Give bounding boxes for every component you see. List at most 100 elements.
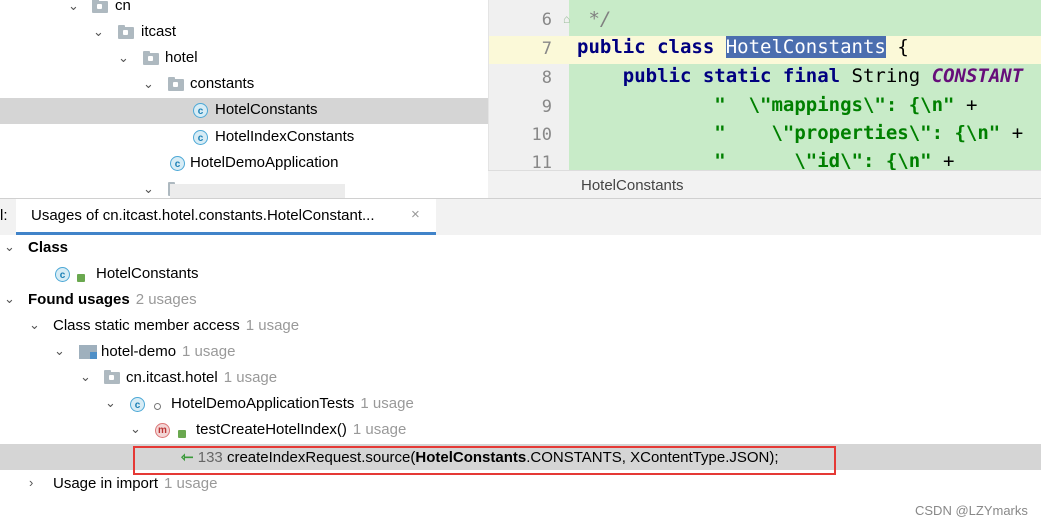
tree-item-itcast[interactable]: ⌄ itcast — [0, 20, 488, 46]
line-number: 8 — [541, 68, 552, 88]
usage-count: 1 usage — [182, 343, 236, 360]
class-group[interactable]: ⌄ Class — [0, 235, 1041, 261]
tree-item-constants[interactable]: ⌄ constants — [0, 72, 488, 98]
chevron-down-icon[interactable]: ⌄ — [93, 24, 104, 40]
usage-count: 1 usage — [164, 475, 218, 492]
usage-count: 1 usage — [223, 369, 278, 386]
code-line: " \"properties\": {\n" + — [577, 122, 1023, 144]
code-editor[interactable]: 6 ⌂ */ 7 public class HotelConstants { 8… — [488, 0, 1041, 170]
highlight-annotation-box — [133, 446, 836, 475]
test-class-icon: c — [130, 397, 145, 412]
class-icon: c — [193, 103, 208, 118]
module-folder-icon — [79, 345, 97, 359]
node-label-wrap: hotel-demo 1 usage — [101, 343, 235, 360]
usages-tree: ⌄ Class c HotelConstants ⌄ Found usages 2… — [0, 235, 1041, 526]
module-label: hotel-demo — [101, 343, 177, 360]
tree-item-hoteldemoapplication[interactable]: c HotelDemoApplication — [0, 151, 488, 177]
class-item[interactable]: c HotelConstants — [0, 261, 1041, 287]
class-label: HotelConstants — [96, 265, 199, 282]
keyword: public class — [577, 36, 726, 58]
tree-item-label: HotelDemoApplication — [190, 154, 339, 171]
class-icon: c — [193, 130, 208, 145]
method-label: testCreateHotelIndex() — [196, 421, 347, 438]
line-number: 10 — [531, 125, 552, 145]
code-line: public static final String CONSTANT — [577, 65, 1023, 87]
group-label: Class — [28, 239, 69, 256]
tree-item-label: HotelConstants — [215, 101, 318, 118]
group-label-wrap: Usage in import 1 usage — [53, 475, 217, 492]
code-line: " \"id\": {\n" + — [577, 150, 954, 170]
test-class-node[interactable]: ⌄ c HotelDemoApplicationTests 1 usage — [0, 391, 1041, 417]
code-line: */ — [577, 8, 612, 30]
close-icon[interactable]: × — [411, 206, 420, 223]
chevron-down-icon[interactable]: ⌄ — [4, 239, 15, 255]
string-literal: " \"mappings\": {\n" — [577, 94, 955, 116]
node-label-wrap: testCreateHotelIndex() 1 usage — [196, 421, 406, 438]
class-icon: c — [55, 267, 70, 282]
tree-item-cn[interactable]: ⌄ cn — [0, 0, 488, 20]
chevron-down-icon[interactable]: ⌄ — [29, 317, 40, 333]
lock-open-icon — [77, 274, 85, 282]
tool-window-label: l: — [0, 207, 8, 224]
horizontal-scrollbar[interactable] — [170, 184, 345, 198]
usage-count: 2 usages — [135, 291, 197, 308]
breadcrumb-item[interactable]: HotelConstants — [581, 177, 684, 194]
node-label-wrap: cn.itcast.hotel 1 usage — [126, 369, 277, 386]
chevron-down-icon[interactable]: ⌄ — [80, 369, 91, 385]
package-folder-icon — [104, 370, 120, 384]
package-folder-icon — [92, 0, 108, 13]
class-label: HotelDemoApplicationTests — [171, 395, 355, 412]
package-label: cn.itcast.hotel — [126, 369, 218, 386]
chevron-down-icon[interactable]: ⌄ — [105, 395, 116, 411]
usage-count: 1 usage — [360, 395, 414, 412]
identifier-highlight: HotelConstants — [725, 36, 886, 58]
package-folder-icon — [143, 51, 159, 65]
watermark: CSDN @LZYmarks — [915, 503, 1028, 518]
group-label-wrap: Class static member access 1 usage — [53, 317, 299, 334]
tree-item-label: cn — [115, 0, 131, 14]
package-private-icon — [154, 403, 161, 410]
tree-item-label: hotel — [165, 49, 198, 66]
tree-item-hotelconstants[interactable]: c HotelConstants — [0, 98, 488, 124]
package-folder-icon — [118, 25, 134, 39]
line-number: 7 — [541, 39, 552, 59]
chevron-right-icon[interactable]: › — [29, 475, 33, 490]
group-label-wrap: Found usages 2 usages — [28, 291, 197, 308]
chevron-down-icon[interactable]: ⌄ — [54, 343, 65, 359]
constant-name: CONSTANT — [931, 65, 1024, 87]
usages-tab[interactable]: Usages of cn.itcast.hotel.constants.Hote… — [16, 199, 436, 235]
group-label: Found usages — [28, 291, 130, 308]
package-node[interactable]: ⌄ cn.itcast.hotel 1 usage — [0, 365, 1041, 391]
line-number: 9 — [541, 97, 552, 117]
chevron-down-icon[interactable]: ⌄ — [68, 0, 79, 14]
editor-breadcrumb[interactable]: HotelConstants — [488, 170, 1041, 199]
group-label: Usage in import — [53, 475, 159, 492]
group-label: Class static member access — [53, 317, 240, 334]
tree-item-label: constants — [190, 75, 255, 92]
spring-boot-class-icon: c — [170, 156, 185, 171]
operator: + — [954, 94, 978, 116]
keyword: public static final — [577, 65, 852, 87]
type-name: String — [851, 65, 932, 87]
node-label-wrap: HotelDemoApplicationTests 1 usage — [171, 395, 414, 412]
tree-item-label: itcast — [141, 23, 177, 40]
code-line: public class HotelConstants { — [577, 36, 909, 58]
usage-count: 1 usage — [245, 317, 300, 334]
fold-icon[interactable]: ⌂ — [563, 12, 570, 26]
tree-item-hotel[interactable]: ⌄ hotel — [0, 46, 488, 72]
chevron-right-icon[interactable]: ⌄ — [143, 181, 154, 197]
found-usages-group[interactable]: ⌄ Found usages 2 usages — [0, 287, 1041, 313]
chevron-down-icon[interactable]: ⌄ — [130, 421, 141, 437]
static-member-access-group[interactable]: ⌄ Class static member access 1 usage — [0, 313, 1041, 339]
tree-item-label: HotelIndexConstants — [215, 128, 355, 145]
chevron-down-icon[interactable]: ⌄ — [4, 291, 15, 307]
chevron-down-icon[interactable]: ⌄ — [143, 76, 154, 92]
tree-item-hotelindexconstants[interactable]: c HotelIndexConstants — [0, 125, 488, 151]
module-node[interactable]: ⌄ hotel-demo 1 usage — [0, 339, 1041, 365]
code-line: " \"mappings\": {\n" + — [577, 94, 977, 116]
chevron-down-icon[interactable]: ⌄ — [118, 50, 129, 66]
tab-title: Usages of cn.itcast.hotel.constants.Hote… — [31, 207, 375, 224]
method-node[interactable]: ⌄ m testCreateHotelIndex() 1 usage — [0, 417, 1041, 443]
project-tree: ⌄ cn ⌄ itcast ⌄ hotel ⌄ constants c Hote… — [0, 0, 488, 198]
tool-window-tabbar: l: Usages of cn.itcast.hotel.constants.H… — [0, 198, 1041, 236]
